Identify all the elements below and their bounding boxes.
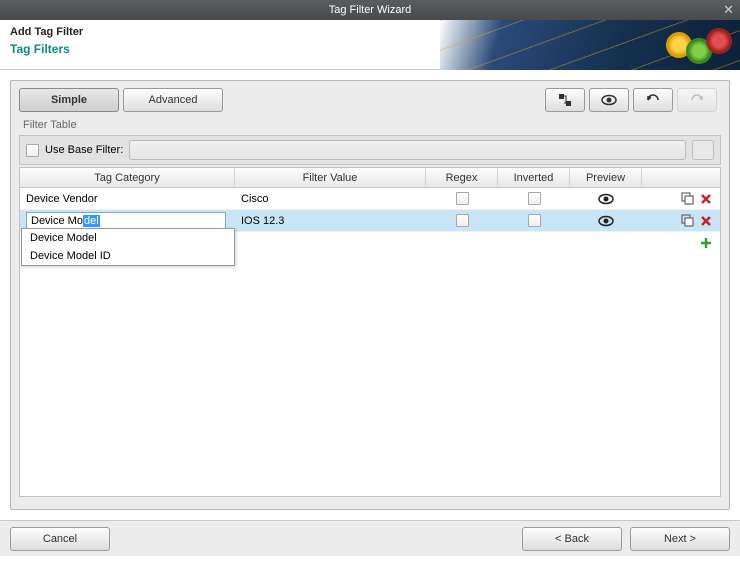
- cancel-label: Cancel: [43, 533, 77, 545]
- preview-button[interactable]: [589, 88, 629, 112]
- eye-icon: [598, 193, 614, 205]
- back-button[interactable]: < Back: [522, 527, 622, 551]
- toolbar: Simple Advanced: [19, 87, 721, 113]
- delete-icon: [700, 215, 712, 227]
- grid-header: Tag Category Filter Value Regex Inverted…: [20, 168, 720, 188]
- tab-simple[interactable]: Simple: [19, 88, 119, 112]
- close-icon[interactable]: ✕: [723, 2, 734, 18]
- cell-category[interactable]: Device Vendor: [20, 193, 235, 205]
- autocomplete-option[interactable]: Device Model ID: [22, 247, 234, 265]
- cell-category-editing[interactable]: Device Model: [20, 212, 235, 230]
- redo-button: [677, 88, 717, 112]
- col-regex[interactable]: Regex: [426, 168, 498, 187]
- col-inverted[interactable]: Inverted: [498, 168, 570, 187]
- eye-icon: [598, 215, 614, 227]
- wizard-body: Simple Advanced Filter Table Use Base Fi…: [10, 80, 730, 510]
- wizard-footer: Cancel < Back Next >: [0, 520, 740, 556]
- eye-icon: [601, 94, 617, 106]
- back-label: < Back: [555, 533, 589, 545]
- plus-icon: [700, 237, 712, 249]
- use-base-filter-label: Use Base Filter:: [45, 144, 123, 156]
- row-preview-button[interactable]: [598, 193, 614, 205]
- gear-icon: [708, 30, 730, 52]
- undo-icon: [645, 94, 661, 106]
- add-row-button[interactable]: [700, 237, 712, 249]
- use-base-filter-checkbox[interactable]: [26, 144, 39, 157]
- autocomplete-option[interactable]: Device Model: [22, 229, 234, 247]
- col-filter-value[interactable]: Filter Value: [235, 168, 426, 187]
- col-actions: [642, 168, 720, 187]
- delete-icon: [700, 193, 712, 205]
- category-edit-input[interactable]: Device Model: [26, 212, 226, 230]
- tab-simple-label: Simple: [51, 94, 87, 106]
- filter-table-label: Filter Table: [23, 119, 721, 131]
- base-filter-input[interactable]: [129, 140, 686, 160]
- copy-row-button[interactable]: [681, 214, 694, 227]
- cell-value[interactable]: IOS 12.3: [235, 215, 426, 227]
- inverted-checkbox[interactable]: [528, 214, 541, 227]
- filter-grid: Tag Category Filter Value Regex Inverted…: [19, 167, 721, 497]
- delete-row-button[interactable]: [700, 193, 712, 205]
- edit-selection: del: [83, 215, 100, 227]
- redo-icon: [689, 94, 705, 106]
- tab-advanced[interactable]: Advanced: [123, 88, 223, 112]
- gear-icon: [668, 34, 690, 56]
- col-tag-category[interactable]: Tag Category: [20, 168, 235, 187]
- base-filter-row: Use Base Filter:: [19, 135, 721, 165]
- table-row[interactable]: Device Vendor Cisco: [20, 188, 720, 210]
- row-preview-button[interactable]: [598, 215, 614, 227]
- insert-filter-button[interactable]: [545, 88, 585, 112]
- col-preview[interactable]: Preview: [570, 168, 642, 187]
- copy-icon: [681, 192, 694, 205]
- copy-row-button[interactable]: [681, 192, 694, 205]
- regex-checkbox[interactable]: [456, 214, 469, 227]
- regex-checkbox[interactable]: [456, 192, 469, 205]
- header-decoration: [440, 20, 740, 70]
- undo-button[interactable]: [633, 88, 673, 112]
- delete-row-button[interactable]: [700, 215, 712, 227]
- gear-icon: [688, 40, 710, 62]
- cancel-button[interactable]: Cancel: [10, 527, 110, 551]
- wizard-section-title: Tag Filters: [10, 42, 70, 56]
- edit-prefix: Device Mo: [31, 215, 83, 227]
- base-filter-select-button[interactable]: [692, 140, 714, 160]
- title-bar: Tag Filter Wizard ✕: [0, 0, 740, 20]
- copy-icon: [681, 214, 694, 227]
- wizard-subtitle: Add Tag Filter: [10, 26, 83, 38]
- inverted-checkbox[interactable]: [528, 192, 541, 205]
- next-label: Next >: [664, 533, 696, 545]
- insert-icon: [558, 93, 572, 107]
- next-button[interactable]: Next >: [630, 527, 730, 551]
- window-title: Tag Filter Wizard: [329, 4, 412, 16]
- tab-advanced-label: Advanced: [149, 94, 198, 106]
- cell-value[interactable]: Cisco: [235, 193, 426, 205]
- autocomplete-dropdown: Device Model Device Model ID: [21, 228, 235, 266]
- wizard-header: Add Tag Filter Tag Filters: [0, 20, 740, 70]
